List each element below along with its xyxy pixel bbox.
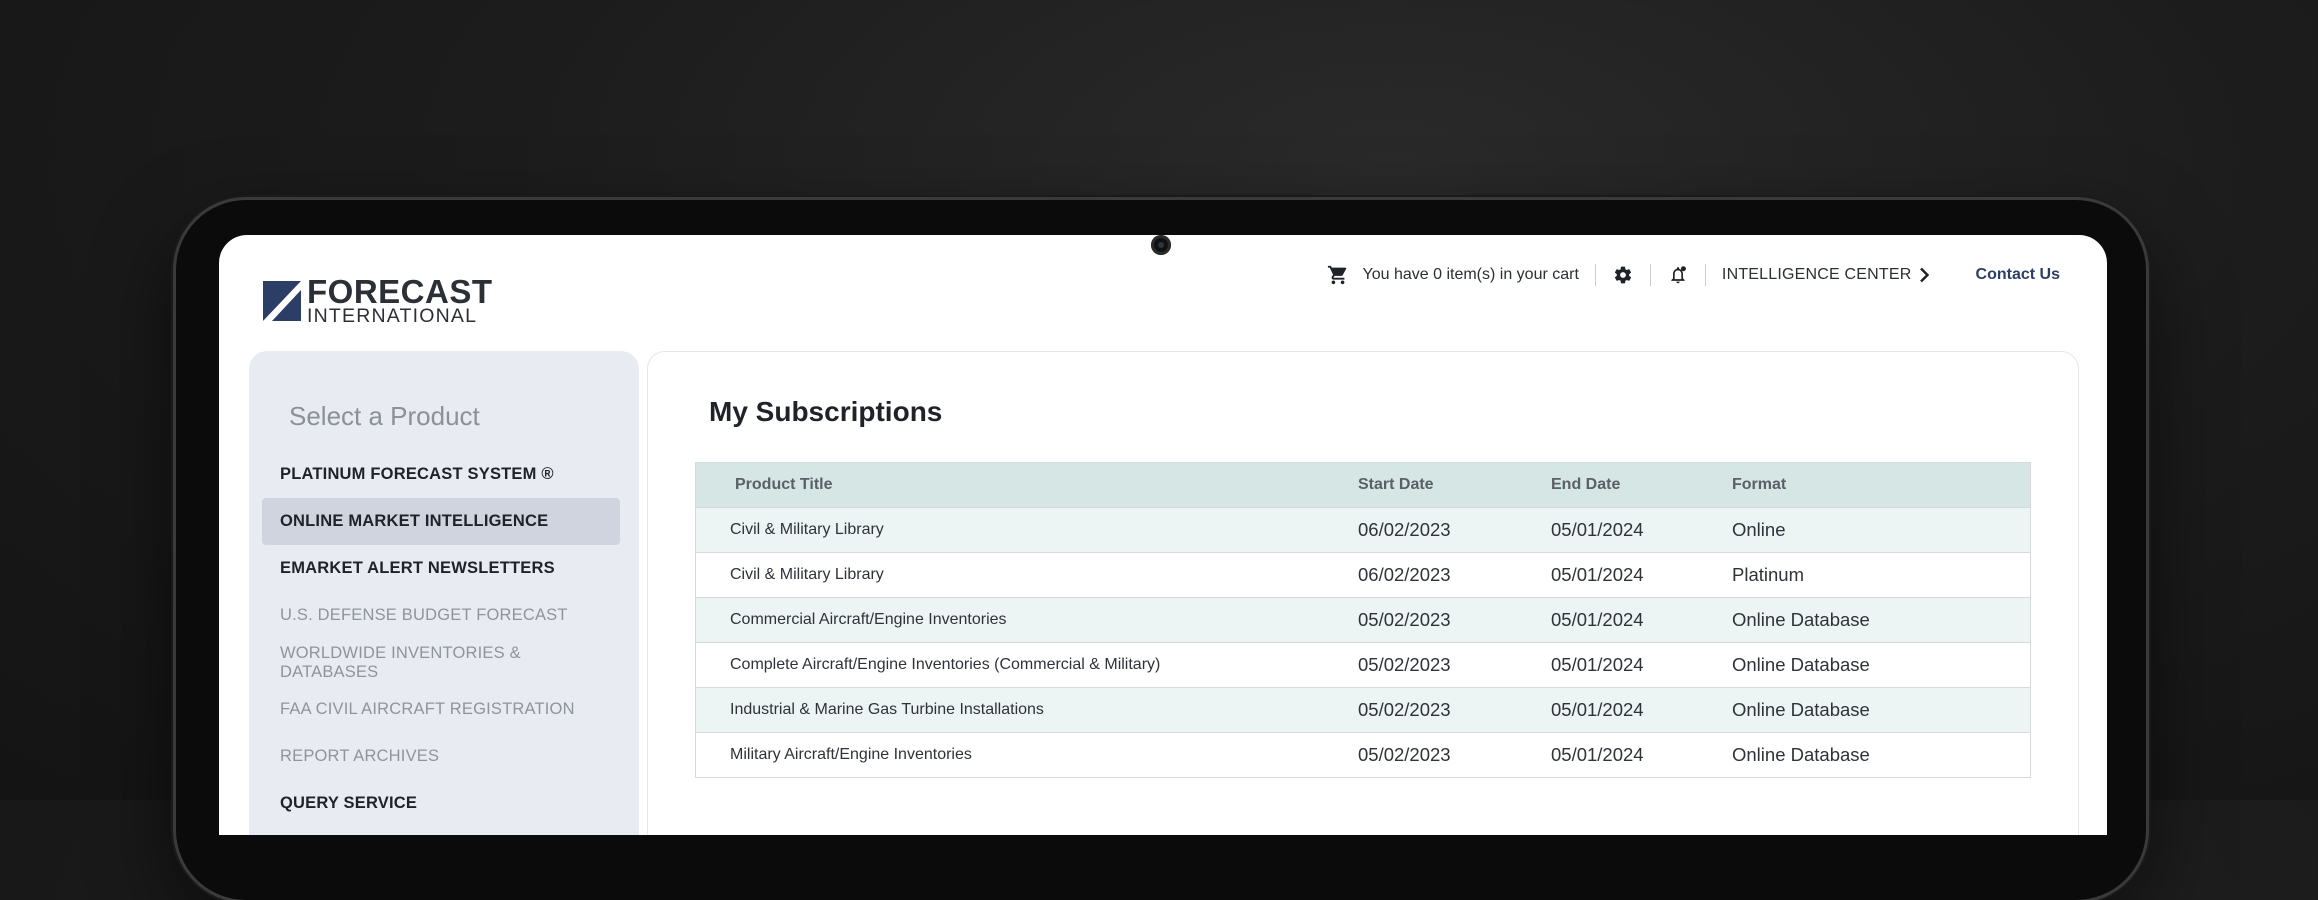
sidebar-item-online-market-intelligence[interactable]: ONLINE MARKET INTELLIGENCE [262, 498, 620, 545]
sidebar-item-worldwide-inventories[interactable]: WORLDWIDE INVENTORIES & DATABASES [262, 639, 620, 686]
subscriptions-panel: My Subscriptions Product Title Start Dat… [647, 351, 2079, 835]
cell-start-date: 06/02/2023 [1358, 519, 1451, 540]
cell-end-date: 05/01/2024 [1551, 519, 1644, 540]
settings-button[interactable] [1612, 264, 1634, 286]
cell-start-date: 05/02/2023 [1358, 609, 1451, 630]
logo-text-top: FORECAST [307, 273, 493, 311]
table-row[interactable]: Complete Aircraft/Engine Inventories (Co… [696, 642, 2030, 687]
column-header-start-date: Start Date [1358, 476, 1434, 493]
sidebar-item-platinum-forecast-system[interactable]: PLATINUM FORECAST SYSTEM ® [262, 451, 620, 498]
cell-format: Online Database [1732, 699, 1870, 720]
cell-product-title: Complete Aircraft/Engine Inventories (Co… [730, 656, 1161, 673]
logo-mark-icon [263, 281, 301, 321]
table-row[interactable]: Industrial & Marine Gas Turbine Installa… [696, 687, 2030, 732]
sidebar-item-query-service[interactable]: QUERY SERVICE [262, 780, 620, 827]
table-row[interactable]: Commercial Aircraft/Engine Inventories 0… [696, 597, 2030, 642]
logo-text-bottom: INTERNATIONAL [307, 305, 478, 328]
divider [1704, 264, 1706, 286]
top-bar: You have 0 item(s) in your cart INTELLIG… [1327, 260, 2060, 290]
column-header-format: Format [1732, 476, 1787, 493]
gear-icon [1614, 266, 1632, 284]
forecast-international-logo[interactable]: FORECAST INTERNATIONAL [263, 275, 493, 326]
sidebar-item-report-archives[interactable]: REPORT ARCHIVES [262, 733, 620, 780]
cell-end-date: 05/01/2024 [1551, 564, 1644, 585]
camera-icon [1151, 235, 1171, 255]
cell-format: Online Database [1732, 609, 1870, 630]
cell-end-date: 05/01/2024 [1551, 609, 1644, 630]
table-row[interactable]: Military Aircraft/Engine Inventories 05/… [696, 732, 2030, 777]
table-header: Product Title Start Date End Date Format [696, 463, 2030, 507]
cell-format: Online [1732, 519, 1786, 540]
table-row[interactable]: Civil & Military Library 06/02/2023 05/0… [696, 507, 2030, 552]
cell-format: Online Database [1732, 744, 1870, 765]
cell-product-title: Civil & Military Library [730, 521, 884, 538]
product-sidebar: Select a Product PLATINUM FORECAST SYSTE… [249, 351, 639, 835]
cell-format: Online Database [1732, 654, 1870, 675]
cell-start-date: 05/02/2023 [1358, 744, 1451, 765]
cart-status-text: You have 0 item(s) in your cart [1362, 266, 1579, 283]
chevron-right-icon [1919, 267, 1929, 283]
bell-icon [1671, 266, 1686, 284]
column-header-product-title: Product Title [735, 476, 833, 493]
cell-end-date: 05/01/2024 [1551, 699, 1644, 720]
table-row[interactable]: Civil & Military Library 06/02/2023 05/0… [696, 552, 2030, 597]
cell-product-title: Commercial Aircraft/Engine Inventories [730, 611, 1007, 628]
notifications-button[interactable] [1667, 264, 1689, 286]
cell-end-date: 05/01/2024 [1551, 744, 1644, 765]
intelligence-center-label: INTELLIGENCE CENTER [1721, 266, 1912, 283]
product-menu: PLATINUM FORECAST SYSTEM ® ONLINE MARKET… [262, 451, 620, 827]
cell-end-date: 05/01/2024 [1551, 654, 1644, 675]
sidebar-item-faa-civil-aircraft-registration[interactable]: FAA CIVIL AIRCRAFT REGISTRATION [262, 686, 620, 733]
cell-product-title: Civil & Military Library [730, 566, 884, 583]
cell-format: Platinum [1732, 564, 1804, 585]
cart-icon[interactable] [1327, 264, 1349, 286]
sidebar-title: Select a Product [289, 401, 480, 431]
contact-us-link[interactable]: Contact Us [1976, 266, 2060, 284]
sidebar-item-us-defense-budget-forecast[interactable]: U.S. DEFENSE BUDGET FORECAST [262, 592, 620, 639]
divider [1649, 264, 1651, 286]
cell-start-date: 05/02/2023 [1358, 654, 1451, 675]
sidebar-item-emarket-alert-newsletters[interactable]: EMARKET ALERT NEWSLETTERS [262, 545, 620, 592]
cell-start-date: 06/02/2023 [1358, 564, 1451, 585]
column-header-end-date: End Date [1551, 476, 1621, 493]
subscriptions-table: Product Title Start Date End Date Format… [695, 462, 2031, 778]
page-title: My Subscriptions [709, 396, 943, 427]
cell-product-title: Industrial & Marine Gas Turbine Installa… [730, 701, 1044, 718]
cell-product-title: Military Aircraft/Engine Inventories [730, 746, 972, 763]
divider [1594, 264, 1596, 286]
cell-start-date: 05/02/2023 [1358, 699, 1451, 720]
intelligence-center-link[interactable]: INTELLIGENCE CENTER [1722, 266, 1930, 284]
app-screen: FORECAST INTERNATIONAL You have 0 item(s… [219, 235, 2107, 835]
